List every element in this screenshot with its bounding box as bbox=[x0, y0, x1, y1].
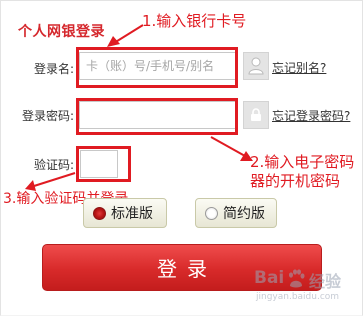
captcha-input[interactable] bbox=[81, 151, 117, 177]
annotation-step2-line2: 器的开机密码 bbox=[250, 172, 341, 190]
login-button-label: 登录 bbox=[157, 257, 217, 281]
annotation-step2-line1: 2.输入电子密码 bbox=[250, 153, 355, 171]
standard-version-radio[interactable] bbox=[93, 206, 106, 220]
standard-version-label: 标准版 bbox=[111, 206, 153, 222]
password-input[interactable] bbox=[80, 102, 235, 128]
standard-version-option[interactable]: 标准版 bbox=[83, 198, 167, 228]
username-side-box bbox=[243, 52, 269, 80]
user-icon bbox=[248, 57, 264, 75]
captcha-field[interactable] bbox=[80, 150, 118, 178]
username-field[interactable] bbox=[79, 52, 236, 80]
username-label: 登录名: bbox=[33, 62, 74, 76]
forgot-password-link[interactable]: 忘记登录密码? bbox=[272, 107, 350, 124]
page-title: 个人网银登录 bbox=[18, 24, 105, 40]
simple-version-radio[interactable] bbox=[205, 206, 218, 220]
password-side-box bbox=[243, 101, 269, 129]
baidu-jingyan-watermark: Bai 经验 jingyan.baidu.com bbox=[254, 268, 362, 308]
password-field[interactable] bbox=[79, 101, 236, 129]
baidu-paw-icon bbox=[289, 269, 305, 288]
annotation-arrow-2 bbox=[210, 136, 253, 161]
watermark-brand: Bai bbox=[254, 268, 285, 288]
watermark-url: jingyan.baidu.com bbox=[256, 292, 340, 302]
lock-icon bbox=[251, 108, 261, 121]
forgot-alias-link[interactable]: 忘记别名? bbox=[272, 59, 326, 76]
simple-version-option[interactable]: 简约版 bbox=[195, 198, 277, 228]
watermark-suffix: 经验 bbox=[309, 272, 342, 291]
annotation-step1: 1.输入银行卡号 bbox=[142, 12, 247, 30]
annotation-arrow-1 bbox=[107, 24, 144, 47]
username-input[interactable] bbox=[80, 53, 235, 79]
password-label: 登录密码: bbox=[21, 109, 74, 123]
simple-version-label: 简约版 bbox=[223, 206, 265, 222]
